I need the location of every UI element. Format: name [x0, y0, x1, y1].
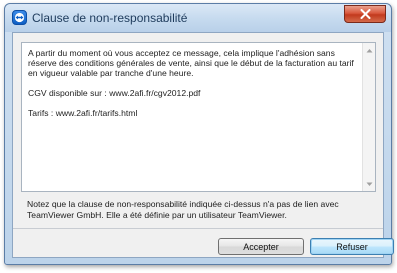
disclaimer-dialog: Clause de non-responsabilité A partir du… [4, 3, 394, 265]
vertical-scrollbar[interactable] [362, 43, 375, 191]
window-title: Clause de non-responsabilité [32, 11, 188, 25]
teamviewer-icon [12, 10, 27, 25]
disclaimer-textbox[interactable]: A partir du moment où vous acceptez ce m… [21, 42, 376, 192]
dialog-body: A partir du moment où vous acceptez ce m… [12, 32, 394, 258]
disclaimer-paragraph: A partir du moment où vous acceptez ce m… [28, 48, 354, 78]
title-bar[interactable]: Clause de non-responsabilité [5, 4, 391, 32]
refuse-button[interactable]: Refuser [310, 238, 394, 255]
accept-button[interactable]: Accepter [218, 238, 304, 255]
disclaimer-text: A partir du moment où vous acceptez ce m… [28, 48, 358, 128]
scroll-up-arrow-icon[interactable] [365, 46, 373, 54]
divider [13, 228, 383, 229]
tarifs-line: Tarifs : www.2afi.fr/tarifs.html [28, 108, 138, 118]
notice-text: Notez que la clause de non-responsabilit… [27, 199, 339, 220]
cgv-line: CGV disponible sur : www.2afi.fr/cgv2012… [28, 88, 201, 98]
close-icon [360, 9, 371, 19]
close-button[interactable] [344, 5, 386, 23]
scroll-down-arrow-icon[interactable] [365, 180, 373, 188]
